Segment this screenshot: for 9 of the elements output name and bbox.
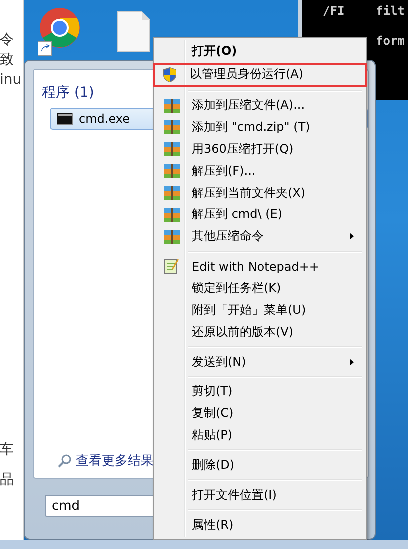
page-text: 车 xyxy=(0,441,15,459)
terminal-text: /FI xyxy=(323,4,346,18)
page-text: 致 xyxy=(0,51,15,69)
page-text: 品 xyxy=(0,471,15,489)
section-heading: 程序 (1) xyxy=(42,84,96,102)
terminal-text: filt xyxy=(376,4,406,18)
page-text: 令 xyxy=(0,31,15,49)
page-text: inu xyxy=(0,72,23,88)
terminal-text: form xyxy=(376,34,406,48)
